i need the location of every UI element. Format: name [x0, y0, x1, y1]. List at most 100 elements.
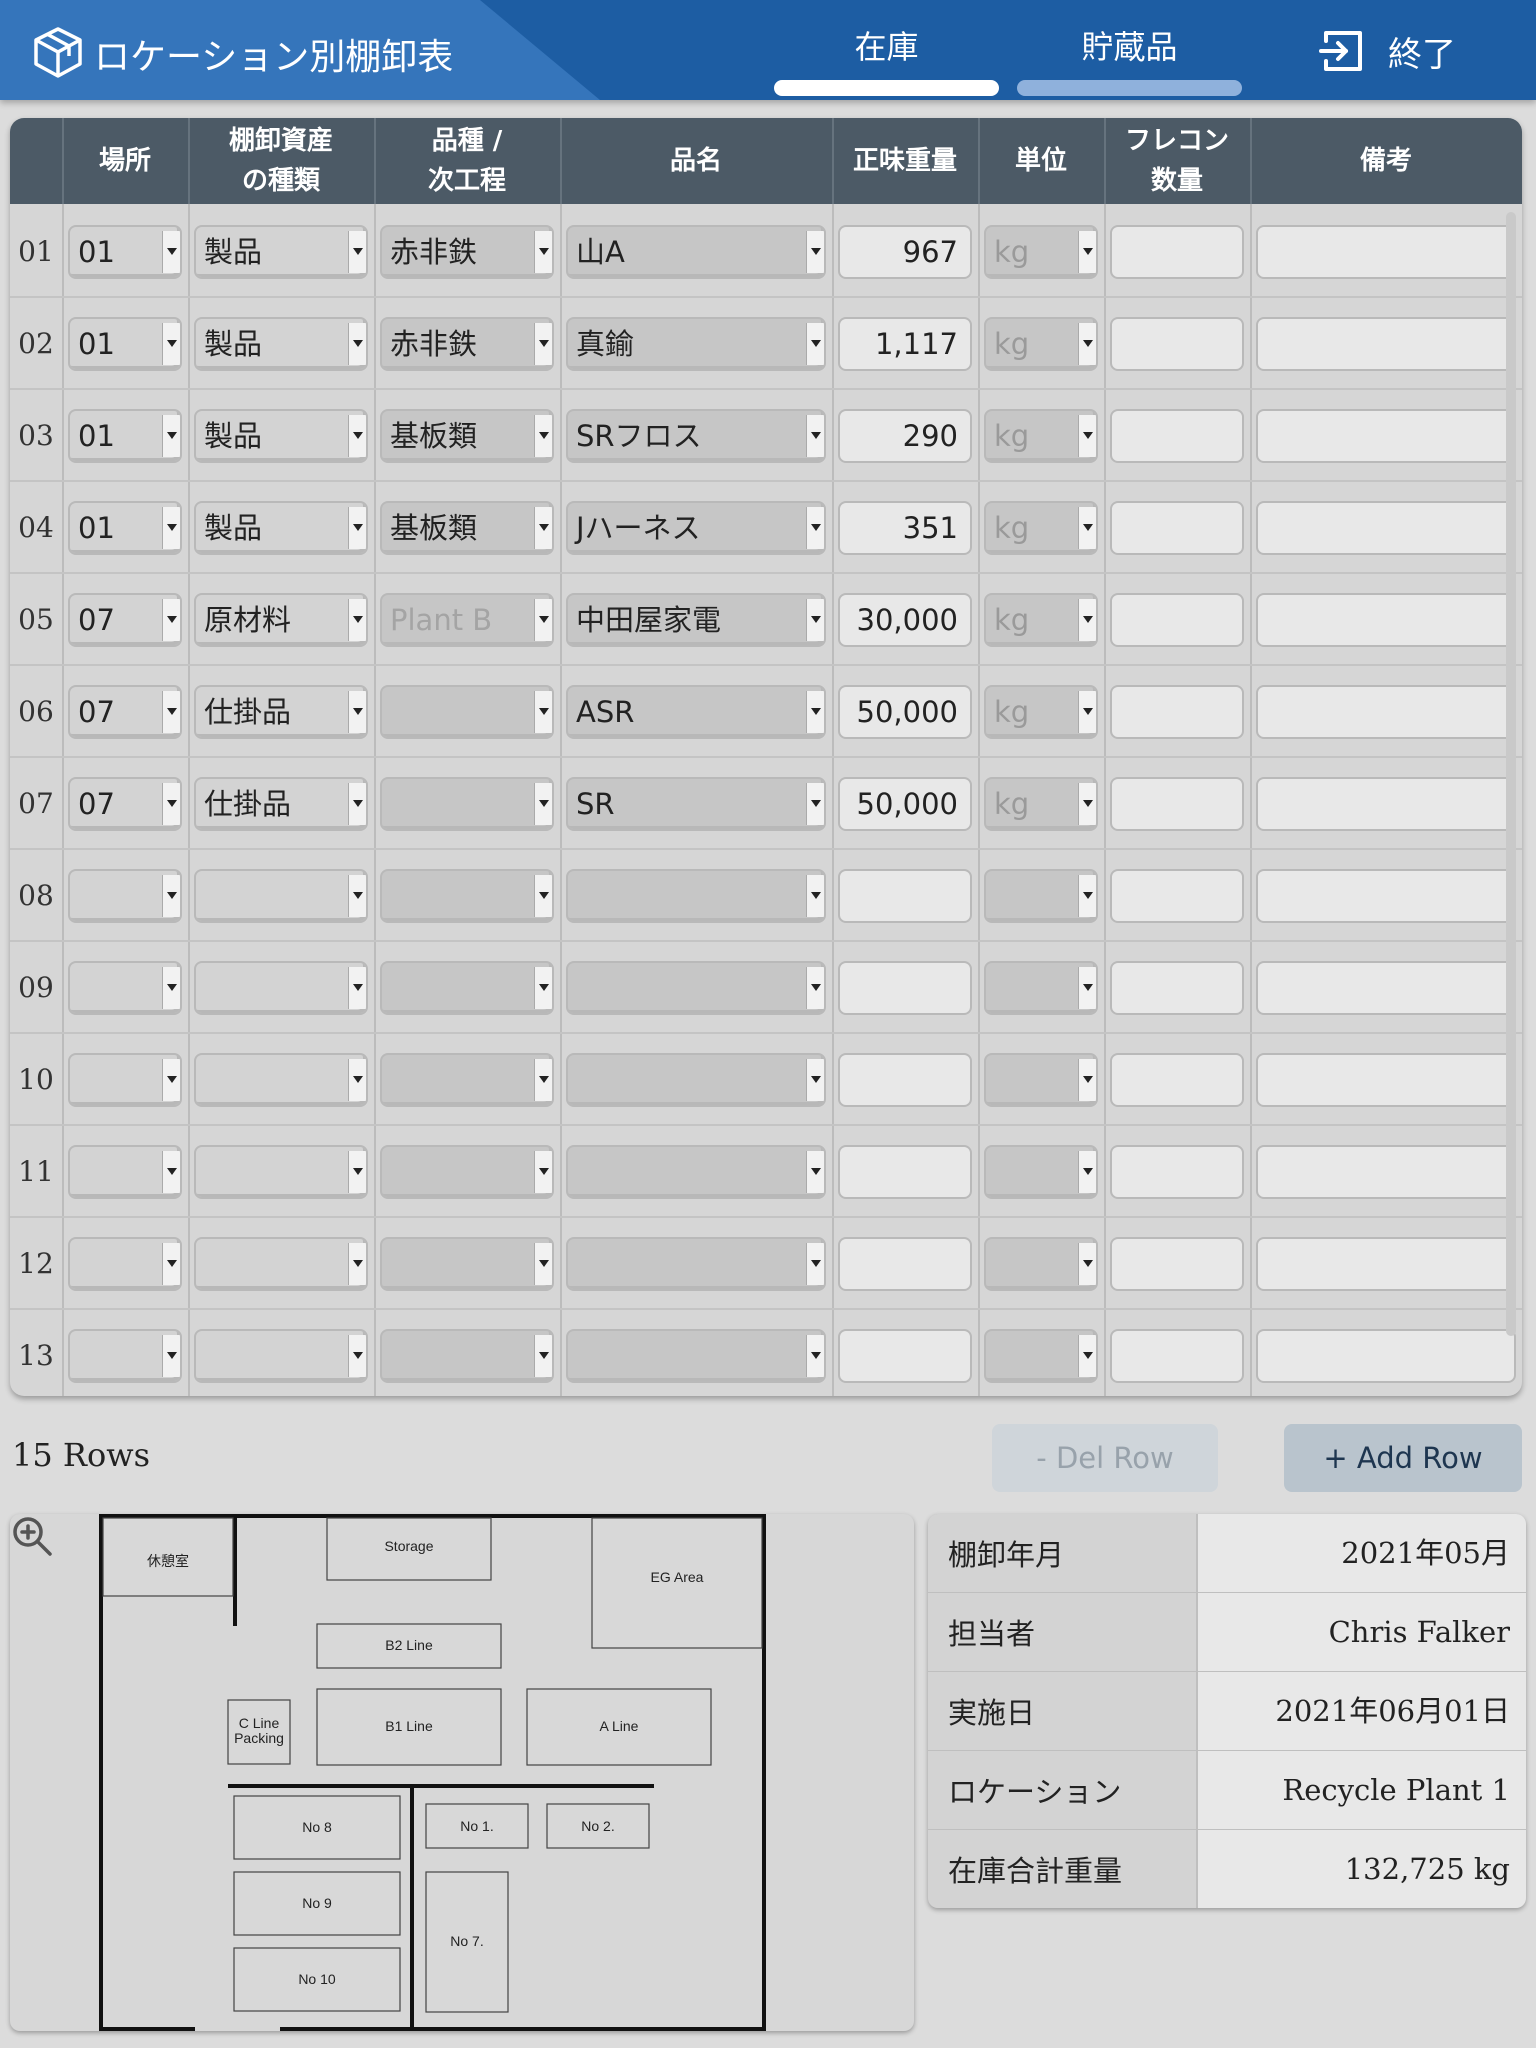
variety-select[interactable] — [380, 961, 554, 1015]
location-select[interactable]: 07 — [68, 777, 182, 831]
note-input[interactable] — [1256, 777, 1516, 831]
weight-input[interactable]: 50,000 — [838, 777, 972, 831]
asset-type-select[interactable]: 製品 — [194, 317, 368, 371]
variety-select[interactable] — [380, 777, 554, 831]
note-input[interactable] — [1256, 317, 1516, 371]
item-name-select[interactable]: ASR — [566, 685, 826, 739]
weight-input[interactable] — [838, 869, 972, 923]
note-input[interactable] — [1256, 1145, 1516, 1199]
bags-input[interactable] — [1110, 1145, 1244, 1199]
item-name-select[interactable] — [566, 1237, 826, 1291]
tab-supplies[interactable]: 貯蔵品 — [1017, 22, 1242, 96]
variety-select[interactable] — [380, 869, 554, 923]
variety-select[interactable] — [380, 1329, 554, 1383]
unit-select[interactable] — [984, 1329, 1098, 1383]
weight-input[interactable]: 290 — [838, 409, 972, 463]
location-select[interactable] — [68, 1329, 182, 1383]
bags-input[interactable] — [1110, 317, 1244, 371]
item-name-select[interactable] — [566, 1329, 826, 1383]
variety-select[interactable] — [380, 1053, 554, 1107]
bags-input[interactable] — [1110, 593, 1244, 647]
variety-select[interactable] — [380, 685, 554, 739]
variety-select[interactable]: 基板類 — [380, 409, 554, 463]
location-select[interactable]: 01 — [68, 225, 182, 279]
asset-type-select[interactable] — [194, 1053, 368, 1107]
asset-type-select[interactable]: 製品 — [194, 501, 368, 555]
location-select[interactable] — [68, 1237, 182, 1291]
location-select[interactable]: 01 — [68, 409, 182, 463]
unit-select[interactable] — [984, 1237, 1098, 1291]
asset-type-select[interactable]: 仕掛品 — [194, 777, 368, 831]
exit-button[interactable]: 終了 — [1318, 26, 1456, 76]
table-scrollbar[interactable] — [1506, 212, 1516, 1336]
asset-type-select[interactable] — [194, 961, 368, 1015]
weight-input[interactable] — [838, 1145, 972, 1199]
floor-map[interactable]: 休憩室 Storage EG Area B2 Line C Line Packi… — [10, 1514, 914, 2031]
weight-input[interactable] — [838, 961, 972, 1015]
item-name-select[interactable] — [566, 869, 826, 923]
variety-select[interactable] — [380, 1145, 554, 1199]
weight-input[interactable]: 30,000 — [838, 593, 972, 647]
item-name-select[interactable]: SRフロス — [566, 409, 826, 463]
asset-type-select[interactable] — [194, 1329, 368, 1383]
item-name-select[interactable]: Jハーネス — [566, 501, 826, 555]
bags-input[interactable] — [1110, 777, 1244, 831]
bags-input[interactable] — [1110, 1053, 1244, 1107]
del-row-button[interactable]: - Del Row — [992, 1424, 1218, 1492]
location-select[interactable] — [68, 869, 182, 923]
weight-input[interactable]: 351 — [838, 501, 972, 555]
weight-input[interactable]: 50,000 — [838, 685, 972, 739]
location-select[interactable]: 01 — [68, 317, 182, 371]
asset-type-select[interactable]: 製品 — [194, 225, 368, 279]
asset-type-select[interactable] — [194, 1237, 368, 1291]
tab-inventory[interactable]: 在庫 — [774, 22, 999, 96]
item-name-select[interactable]: SR — [566, 777, 826, 831]
bags-input[interactable] — [1110, 685, 1244, 739]
asset-type-select[interactable] — [194, 1145, 368, 1199]
note-input[interactable] — [1256, 1053, 1516, 1107]
location-select[interactable] — [68, 961, 182, 1015]
item-name-select[interactable]: 中田屋家電 — [566, 593, 826, 647]
weight-input[interactable] — [838, 1053, 972, 1107]
unit-select[interactable]: kg — [984, 777, 1098, 831]
note-input[interactable] — [1256, 593, 1516, 647]
unit-select[interactable]: kg — [984, 501, 1098, 555]
note-input[interactable] — [1256, 961, 1516, 1015]
location-select[interactable] — [68, 1053, 182, 1107]
variety-select[interactable]: 赤非鉄 — [380, 317, 554, 371]
item-name-select[interactable] — [566, 1053, 826, 1107]
unit-select[interactable]: kg — [984, 317, 1098, 371]
asset-type-select[interactable]: 仕掛品 — [194, 685, 368, 739]
bags-input[interactable] — [1110, 225, 1244, 279]
weight-input[interactable]: 1,117 — [838, 317, 972, 371]
unit-select[interactable]: kg — [984, 593, 1098, 647]
zoom-in-icon[interactable] — [10, 1514, 54, 1558]
bags-input[interactable] — [1110, 501, 1244, 555]
unit-select[interactable] — [984, 1053, 1098, 1107]
variety-select[interactable] — [380, 1237, 554, 1291]
note-input[interactable] — [1256, 225, 1516, 279]
bags-input[interactable] — [1110, 961, 1244, 1015]
variety-select[interactable]: 赤非鉄 — [380, 225, 554, 279]
weight-input[interactable] — [838, 1329, 972, 1383]
item-name-select[interactable]: 真鍮 — [566, 317, 826, 371]
item-name-select[interactable]: 山A — [566, 225, 826, 279]
unit-select[interactable] — [984, 869, 1098, 923]
bags-input[interactable] — [1110, 1237, 1244, 1291]
location-select[interactable]: 07 — [68, 593, 182, 647]
add-row-button[interactable]: + Add Row — [1284, 1424, 1522, 1492]
bags-input[interactable] — [1110, 869, 1244, 923]
location-select[interactable]: 07 — [68, 685, 182, 739]
note-input[interactable] — [1256, 1237, 1516, 1291]
asset-type-select[interactable]: 製品 — [194, 409, 368, 463]
location-select[interactable] — [68, 1145, 182, 1199]
note-input[interactable] — [1256, 409, 1516, 463]
note-input[interactable] — [1256, 501, 1516, 555]
weight-input[interactable] — [838, 1237, 972, 1291]
variety-select[interactable]: 基板類 — [380, 501, 554, 555]
note-input[interactable] — [1256, 685, 1516, 739]
asset-type-select[interactable] — [194, 869, 368, 923]
item-name-select[interactable] — [566, 961, 826, 1015]
variety-select[interactable]: Plant B — [380, 593, 554, 647]
unit-select[interactable]: kg — [984, 409, 1098, 463]
